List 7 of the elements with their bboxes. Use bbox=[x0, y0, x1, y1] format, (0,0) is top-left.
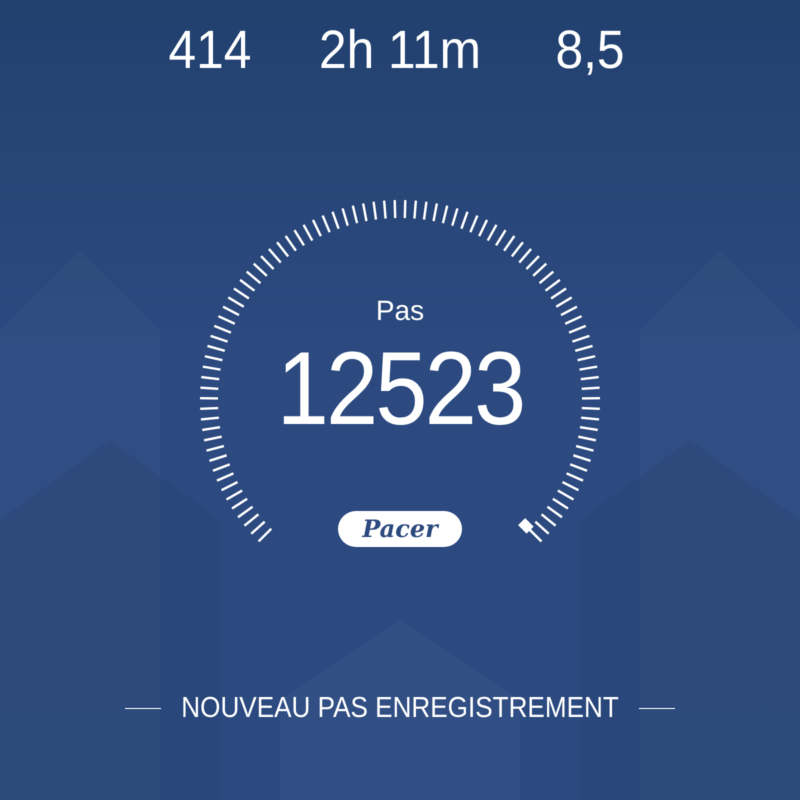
stat-value: 2h 11m bbox=[318, 23, 482, 77]
steps-count: 12523 bbox=[276, 336, 524, 441]
stat-value: 414 bbox=[168, 23, 252, 77]
steps-label: Pas bbox=[376, 296, 424, 327]
record-message: NOUVEAU PAS ENREGISTREMENT bbox=[181, 692, 619, 725]
brand-logo: Pacer bbox=[338, 510, 462, 547]
stat-value: 8,5 bbox=[554, 23, 626, 77]
